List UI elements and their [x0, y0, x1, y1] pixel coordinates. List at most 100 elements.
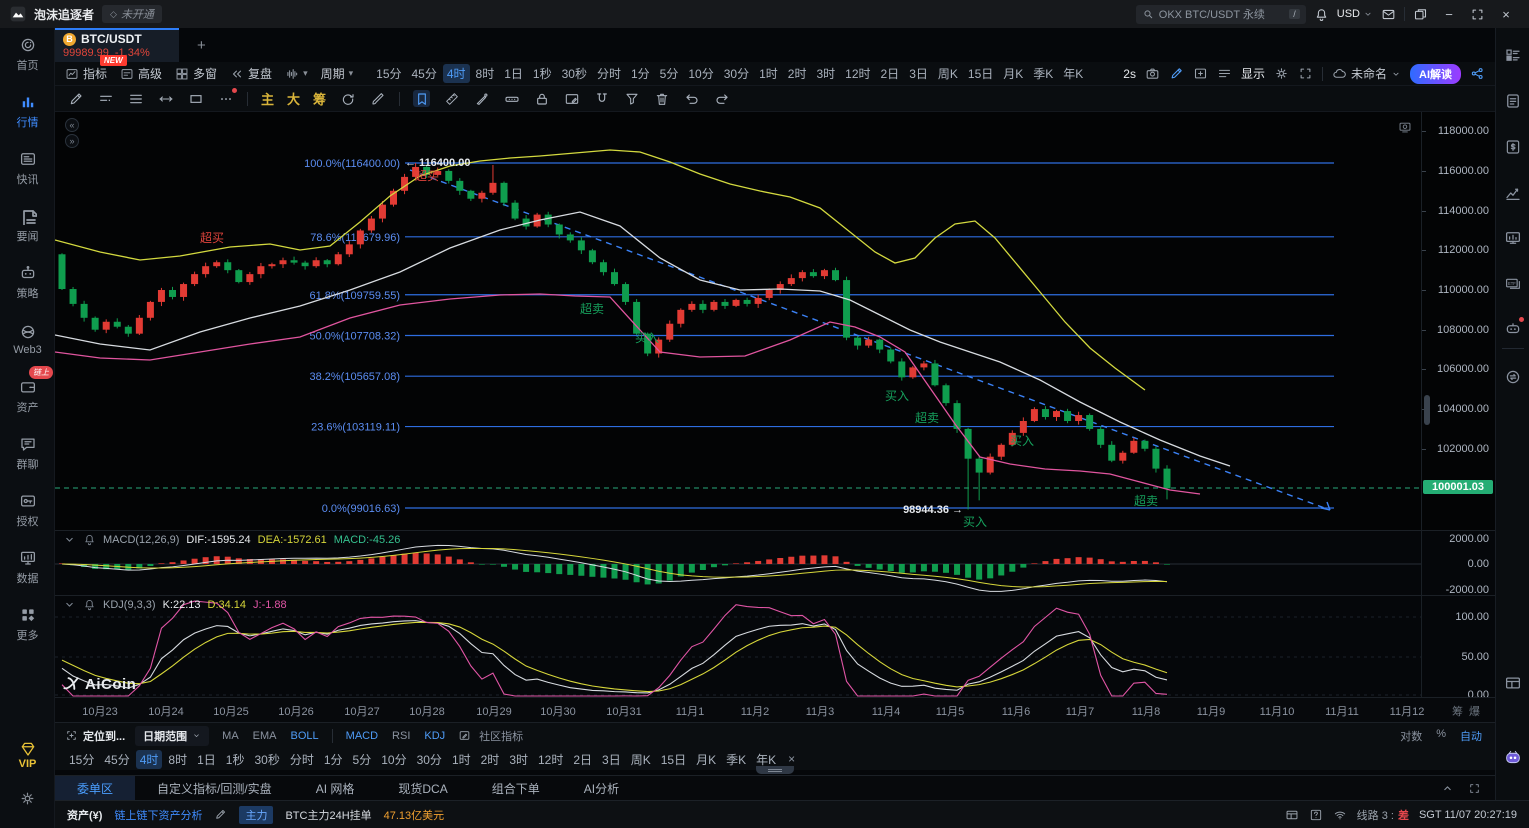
- draw-tool-rect[interactable]: [187, 90, 204, 107]
- sidebar-item-数据[interactable]: 数据: [0, 541, 55, 593]
- timeframe-item[interactable]: 45分: [408, 64, 441, 83]
- collapse-icon[interactable]: [63, 533, 76, 546]
- chart-back-button[interactable]: «: [65, 118, 79, 132]
- kdj-panel[interactable]: KDJ(9,3,3) K:22.13 D:34.14 J:-1.88 100.0…: [55, 595, 1495, 697]
- chart-snapshot-icon[interactable]: [1398, 119, 1412, 134]
- onchain-analysis-link[interactable]: 链上链下资产分析: [114, 807, 202, 823]
- rail-item-doc2[interactable]: [1504, 92, 1522, 110]
- indicator-RSI[interactable]: RSI: [389, 730, 413, 742]
- draw-tool-arrlr[interactable]: [157, 90, 174, 107]
- timeframe-item[interactable]: 15日: [657, 750, 690, 769]
- timeframe-item[interactable]: 2时: [477, 750, 504, 769]
- timeframe-item[interactable]: 12时: [534, 750, 567, 769]
- timeframe-item[interactable]: 4时: [443, 64, 470, 83]
- indicator-BOLL[interactable]: BOLL: [288, 730, 322, 742]
- sidebar-item-授权[interactable]: 授权: [0, 484, 55, 536]
- draw-tool-pen[interactable]: [473, 90, 490, 107]
- draw-tool-redo[interactable]: [713, 90, 730, 107]
- timeframe-item[interactable]: 4时: [136, 750, 163, 769]
- alert-bell-icon[interactable]: [83, 598, 96, 611]
- rail-item-mascot[interactable]: [1504, 748, 1522, 766]
- timeframe-item[interactable]: 8时: [472, 64, 499, 83]
- draw-tool-筹[interactable]: 筹: [313, 90, 326, 107]
- toolbar-高级[interactable]: 高级: [120, 65, 162, 82]
- sidebar-item-行情[interactable]: 行情: [0, 85, 55, 137]
- timeframe-item[interactable]: 3日: [905, 64, 932, 83]
- indicator-KDJ[interactable]: KDJ: [421, 730, 448, 742]
- draw-tool-主[interactable]: 主: [261, 90, 274, 107]
- notifications-bell-icon[interactable]: [1314, 7, 1329, 22]
- draw-tool-note[interactable]: [563, 90, 580, 107]
- draw-tool-magnet[interactable]: [593, 90, 610, 107]
- sidebar-item-群聊[interactable]: 群聊: [0, 427, 55, 479]
- sidebar-item-首页[interactable]: 首页: [0, 28, 55, 80]
- window-layout-icon[interactable]: [1413, 7, 1428, 22]
- sidebar-settings-button[interactable]: [0, 790, 55, 807]
- timeframe-item[interactable]: 1分: [627, 64, 654, 83]
- timeframe-item[interactable]: 2日: [569, 750, 596, 769]
- timeframe-item[interactable]: 10分: [377, 750, 410, 769]
- timeframe-item[interactable]: 月K: [692, 750, 720, 769]
- rail-item-trend[interactable]: [1504, 184, 1522, 202]
- sidebar-item-资产[interactable]: 资产链上: [0, 370, 55, 422]
- display-button[interactable]: 显示: [1241, 65, 1265, 82]
- extra-tick[interactable]: 爆: [1469, 703, 1480, 719]
- indicator-对数[interactable]: 对数: [1397, 728, 1425, 744]
- timeframe-item[interactable]: 1日: [500, 64, 527, 83]
- currency-select[interactable]: USD: [1337, 8, 1373, 20]
- bottom-tab-自定义指标/回测/实盘[interactable]: 自定义指标/回测/实盘: [135, 776, 294, 801]
- toolbar-周期[interactable]: 周期▾: [321, 65, 354, 82]
- timeframe-item[interactable]: 分时: [286, 750, 318, 769]
- timeframe-item[interactable]: 1秒: [529, 64, 556, 83]
- draw-tool-dots[interactable]: [217, 90, 234, 107]
- collapse-icon[interactable]: [63, 598, 76, 611]
- draw-tool-trash[interactable]: [653, 90, 670, 107]
- rail-item-dollardoc[interactable]: [1504, 138, 1522, 156]
- search-input[interactable]: OKX BTC/USDT 永续 /: [1136, 5, 1306, 24]
- candlestick-chart[interactable]: 100.0%(116400.00)78.6%(112679.96)61.8%(1…: [55, 112, 1495, 530]
- refresh-interval[interactable]: 2s: [1123, 67, 1136, 81]
- alert-bell-icon[interactable]: [83, 533, 96, 546]
- price-axis[interactable]: 118000.00116000.00114000.00112000.001100…: [1421, 112, 1495, 530]
- timeframe-item[interactable]: 3时: [812, 64, 839, 83]
- bottom-tab-组合下单[interactable]: 组合下单: [470, 776, 562, 801]
- add-tab-button[interactable]: +: [197, 37, 206, 54]
- timeframe-item[interactable]: 3时: [505, 750, 532, 769]
- timeframe-item[interactable]: 1时: [448, 750, 475, 769]
- indicator-EMA[interactable]: EMA: [250, 730, 280, 742]
- toolbar-复盘[interactable]: 复盘: [230, 65, 272, 82]
- indicator-%[interactable]: %: [1433, 728, 1449, 744]
- draw-tool-undo[interactable]: [683, 90, 700, 107]
- bottom-tab-AI 网格[interactable]: AI 网格: [294, 776, 377, 801]
- ai-analysis-button[interactable]: AI解读: [1410, 64, 1461, 84]
- draw-pencil-icon[interactable]: [1169, 66, 1184, 81]
- close-timeframes-icon[interactable]: ×: [788, 752, 795, 766]
- timeframe-item[interactable]: 季K: [722, 750, 750, 769]
- symbol-tab[interactable]: BBTC/USDT 99989.99-1.34% NEW: [55, 28, 179, 62]
- indicator-MACD[interactable]: MACD: [343, 730, 381, 742]
- bottom-tab-委单区[interactable]: 委单区: [55, 776, 135, 801]
- edit-pencil-icon[interactable]: [214, 808, 227, 821]
- settings-gear-icon[interactable]: [1274, 66, 1289, 81]
- draw-tool-brush[interactable]: [369, 90, 386, 107]
- timeframe-item[interactable]: 30分: [720, 64, 753, 83]
- network-line-status[interactable]: 线路 3 :差: [1357, 807, 1409, 823]
- help-icon[interactable]: [1309, 808, 1323, 822]
- draw-tool-大[interactable]: 大: [287, 90, 300, 107]
- bottom-tab-AI分析[interactable]: AI分析: [562, 776, 641, 801]
- draw-tool-funnel[interactable]: [623, 90, 640, 107]
- extra-tick[interactable]: 筹: [1452, 703, 1463, 719]
- draw-tool-lock[interactable]: [533, 90, 550, 107]
- screenshot-camera-icon[interactable]: [1145, 66, 1160, 81]
- macd-panel[interactable]: MACD(12,26,9) DIF:-1595.24 DEA:-1572.61 …: [55, 530, 1495, 595]
- draw-tool-loop[interactable]: [339, 90, 356, 107]
- timeframe-item[interactable]: 5分: [656, 64, 683, 83]
- sidebar-item-更多[interactable]: 更多: [0, 598, 55, 650]
- timeframe-item[interactable]: 45分: [100, 750, 133, 769]
- draw-tool-hl2[interactable]: [97, 90, 114, 107]
- rail-item-layout2[interactable]: [1504, 674, 1522, 692]
- panel-drag-handle[interactable]: [756, 766, 794, 774]
- date-range-button[interactable]: 日期范围: [135, 726, 209, 746]
- fullscreen-icon[interactable]: [1298, 66, 1313, 81]
- timeframe-item[interactable]: 15分: [372, 64, 405, 83]
